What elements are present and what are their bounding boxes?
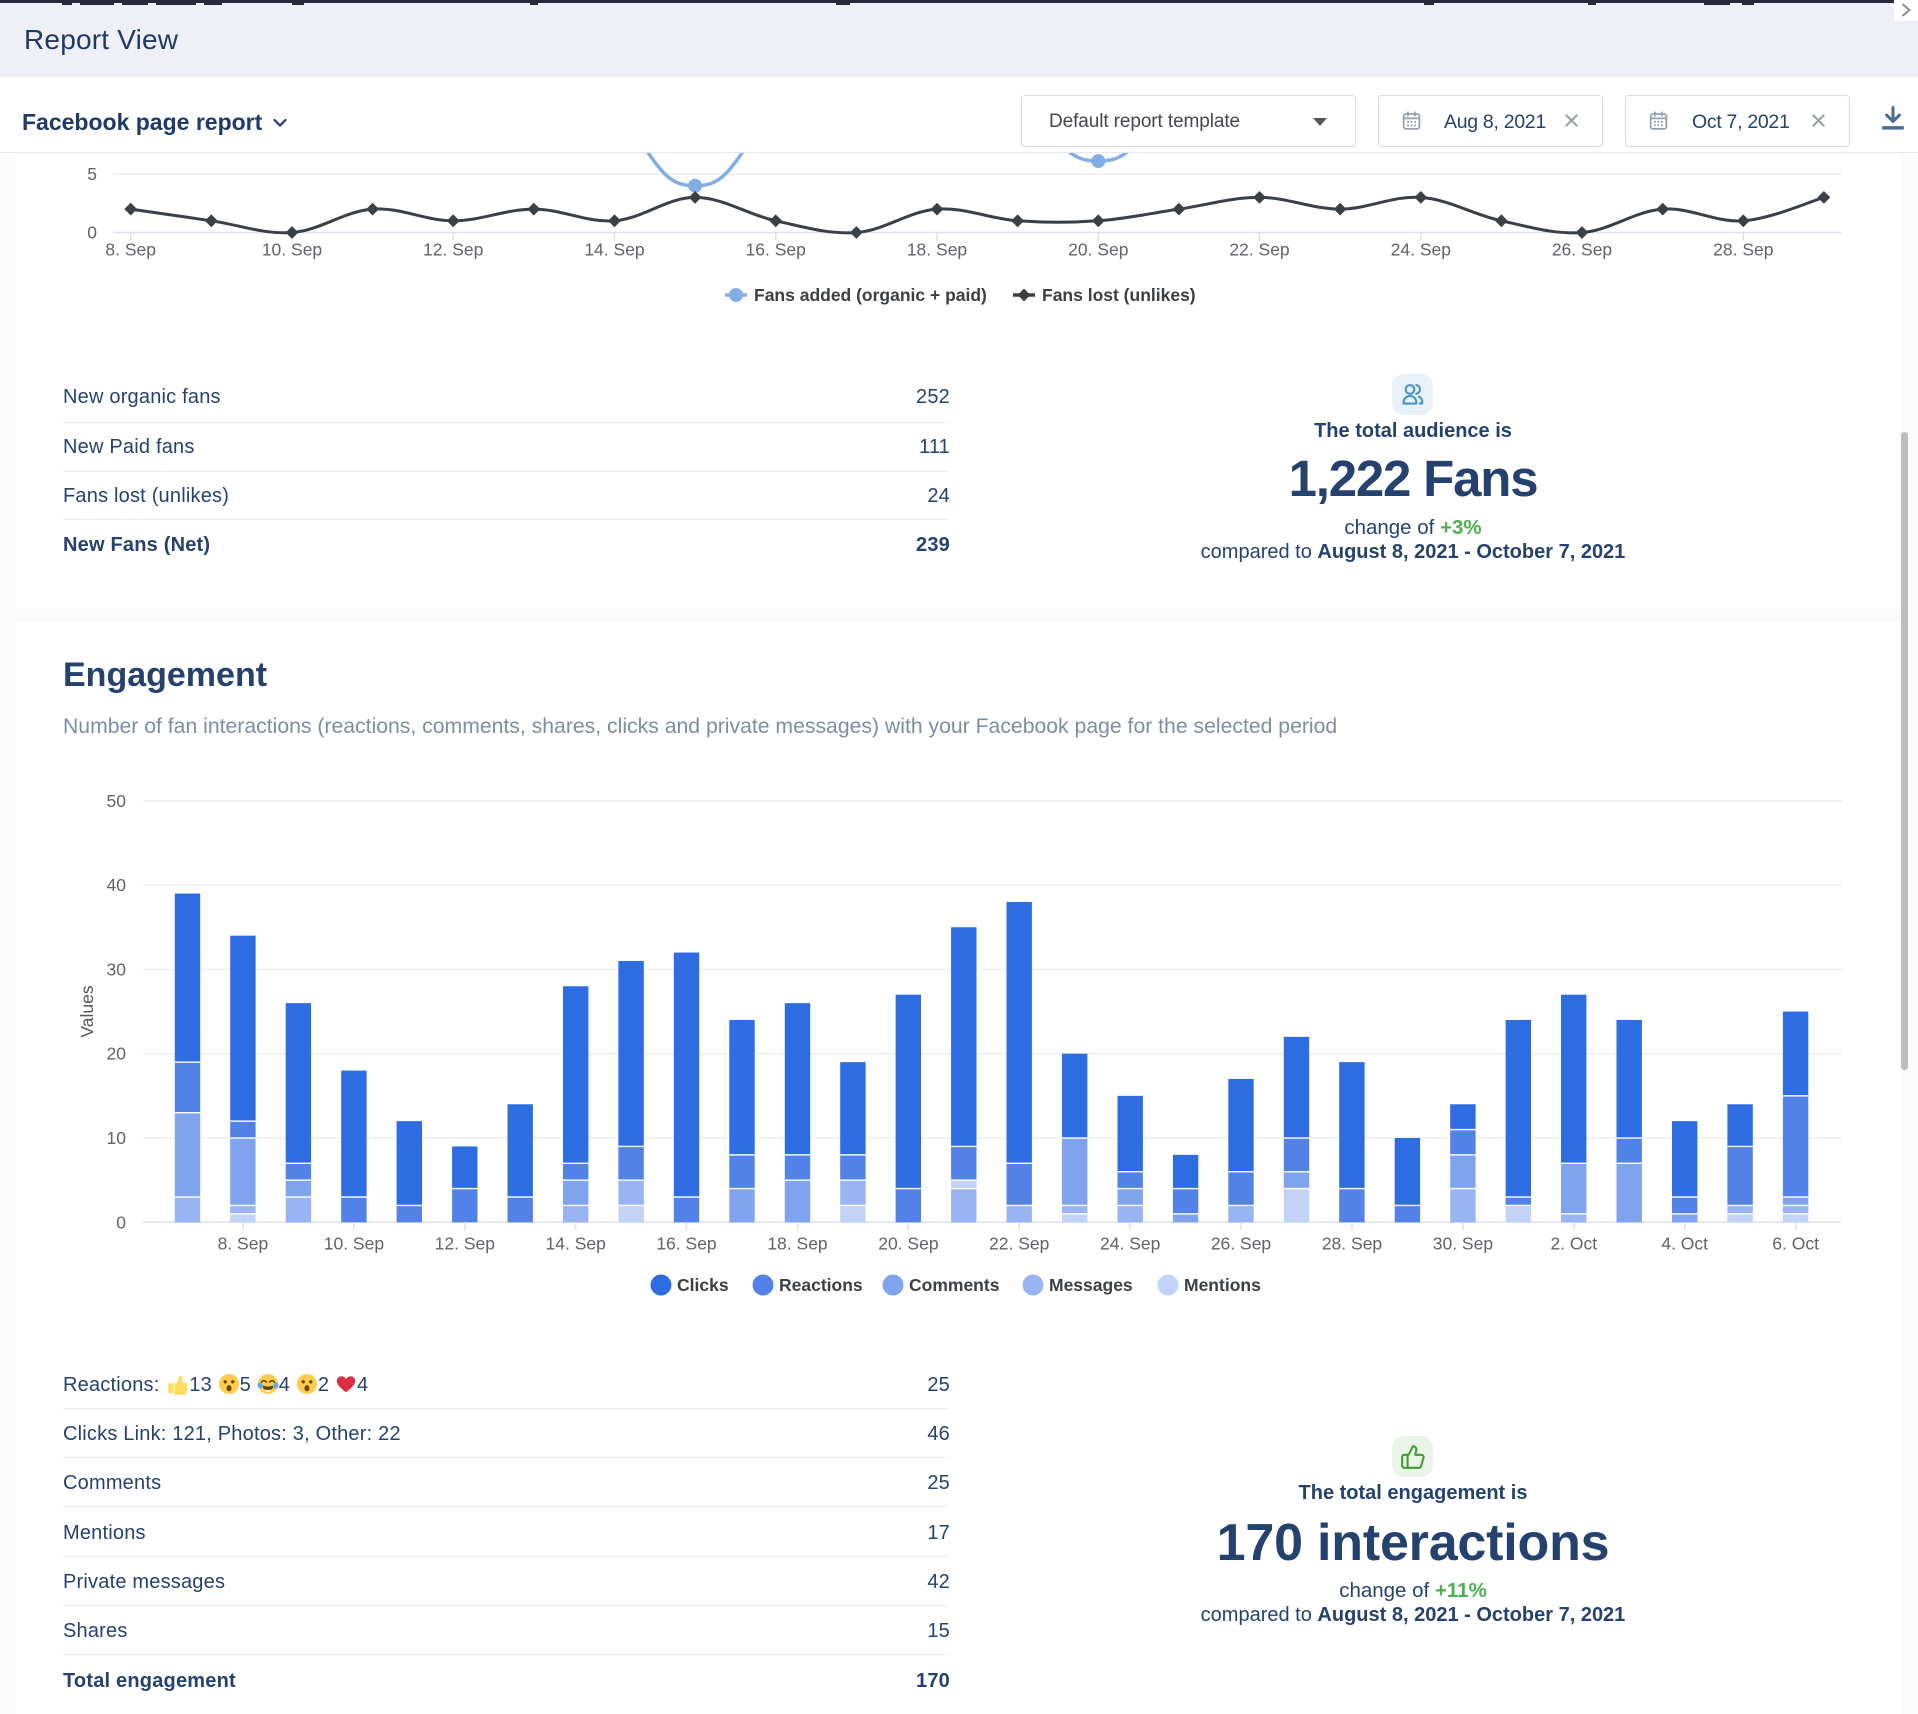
svg-text:16. Sep: 16. Sep — [656, 1233, 716, 1253]
svg-text:24. Sep: 24. Sep — [1100, 1233, 1160, 1253]
svg-text:26. Sep: 26. Sep — [1211, 1233, 1271, 1253]
svg-text:10. Sep: 10. Sep — [262, 240, 322, 260]
svg-text:Comments: Comments — [909, 1275, 1000, 1295]
svg-text:20: 20 — [107, 1044, 127, 1064]
svg-text:18. Sep: 18. Sep — [767, 1233, 827, 1253]
svg-text:6. Oct: 6. Oct — [1772, 1233, 1819, 1253]
svg-text:Fans lost (unlikes): Fans lost (unlikes) — [1042, 285, 1196, 305]
svg-text:0: 0 — [87, 223, 97, 243]
svg-text:2. Oct: 2. Oct — [1550, 1233, 1597, 1253]
svg-text:10. Sep: 10. Sep — [324, 1233, 384, 1253]
svg-text:12. Sep: 12. Sep — [435, 1233, 495, 1253]
svg-text:Mentions: Mentions — [1184, 1275, 1261, 1295]
svg-text:18. Sep: 18. Sep — [907, 240, 967, 260]
svg-text:Clicks: Clicks — [677, 1275, 729, 1295]
svg-text:8. Sep: 8. Sep — [105, 240, 156, 260]
svg-text:26. Sep: 26. Sep — [1552, 240, 1612, 260]
svg-text:22. Sep: 22. Sep — [989, 1233, 1049, 1253]
svg-text:50: 50 — [107, 791, 127, 811]
svg-text:22. Sep: 22. Sep — [1229, 240, 1289, 260]
svg-text:14. Sep: 14. Sep — [546, 1233, 606, 1253]
svg-text:Values: Values — [77, 985, 97, 1037]
svg-text:40: 40 — [107, 875, 127, 895]
svg-text:10: 10 — [107, 1128, 127, 1148]
svg-text:Messages: Messages — [1049, 1275, 1133, 1295]
svg-text:12. Sep: 12. Sep — [423, 240, 483, 260]
svg-text:4. Oct: 4. Oct — [1661, 1233, 1708, 1253]
svg-text:Fans added (organic + paid): Fans added (organic + paid) — [754, 285, 987, 305]
svg-text:8. Sep: 8. Sep — [218, 1233, 269, 1253]
svg-text:30. Sep: 30. Sep — [1433, 1233, 1493, 1253]
svg-text:14. Sep: 14. Sep — [584, 240, 644, 260]
svg-text:20. Sep: 20. Sep — [1068, 240, 1128, 260]
svg-text:16. Sep: 16. Sep — [746, 240, 806, 260]
svg-text:24. Sep: 24. Sep — [1391, 240, 1451, 260]
svg-text:Reactions: Reactions — [779, 1275, 863, 1295]
svg-text:30: 30 — [107, 959, 127, 979]
svg-text:28. Sep: 28. Sep — [1322, 1233, 1382, 1253]
svg-text:20. Sep: 20. Sep — [878, 1233, 938, 1253]
svg-text:0: 0 — [116, 1212, 126, 1232]
svg-text:5: 5 — [87, 164, 97, 184]
svg-text:28. Sep: 28. Sep — [1713, 240, 1773, 260]
